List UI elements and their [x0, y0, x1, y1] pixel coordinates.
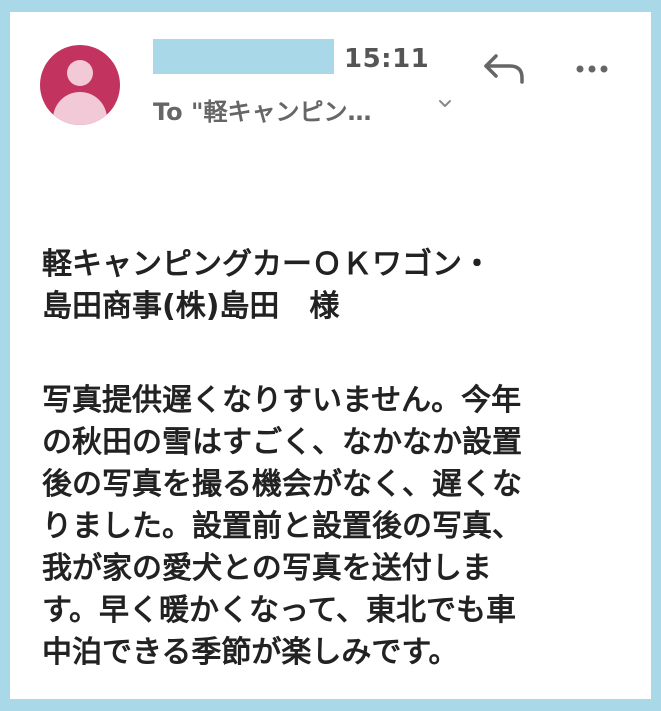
message-salutation: 軽キャンピングカーＯＫワゴン・ 島田商事(株)島田 様 [42, 247, 492, 324]
message-time: 15:11 [344, 44, 430, 74]
email-view: 15:11 To "軽キャンピン… 軽キャンピングカーＯＫワゴン・ 島田商事(株… [10, 12, 651, 699]
sender-avatar[interactable] [40, 45, 120, 125]
message-body: 写真提供遅くなりすいません。今年 の秋田の雪はすごく、なかなか設置 後の写真を撮… [42, 383, 522, 670]
sender-name-redacted [153, 39, 334, 74]
avatar-body-shape [53, 92, 107, 125]
avatar-head-shape [67, 60, 93, 86]
chevron-down-icon[interactable] [437, 96, 453, 112]
reply-icon[interactable] [482, 50, 526, 86]
recipient-line[interactable]: To "軽キャンピン… [153, 92, 372, 127]
more-horizontal-icon[interactable] [572, 54, 612, 84]
